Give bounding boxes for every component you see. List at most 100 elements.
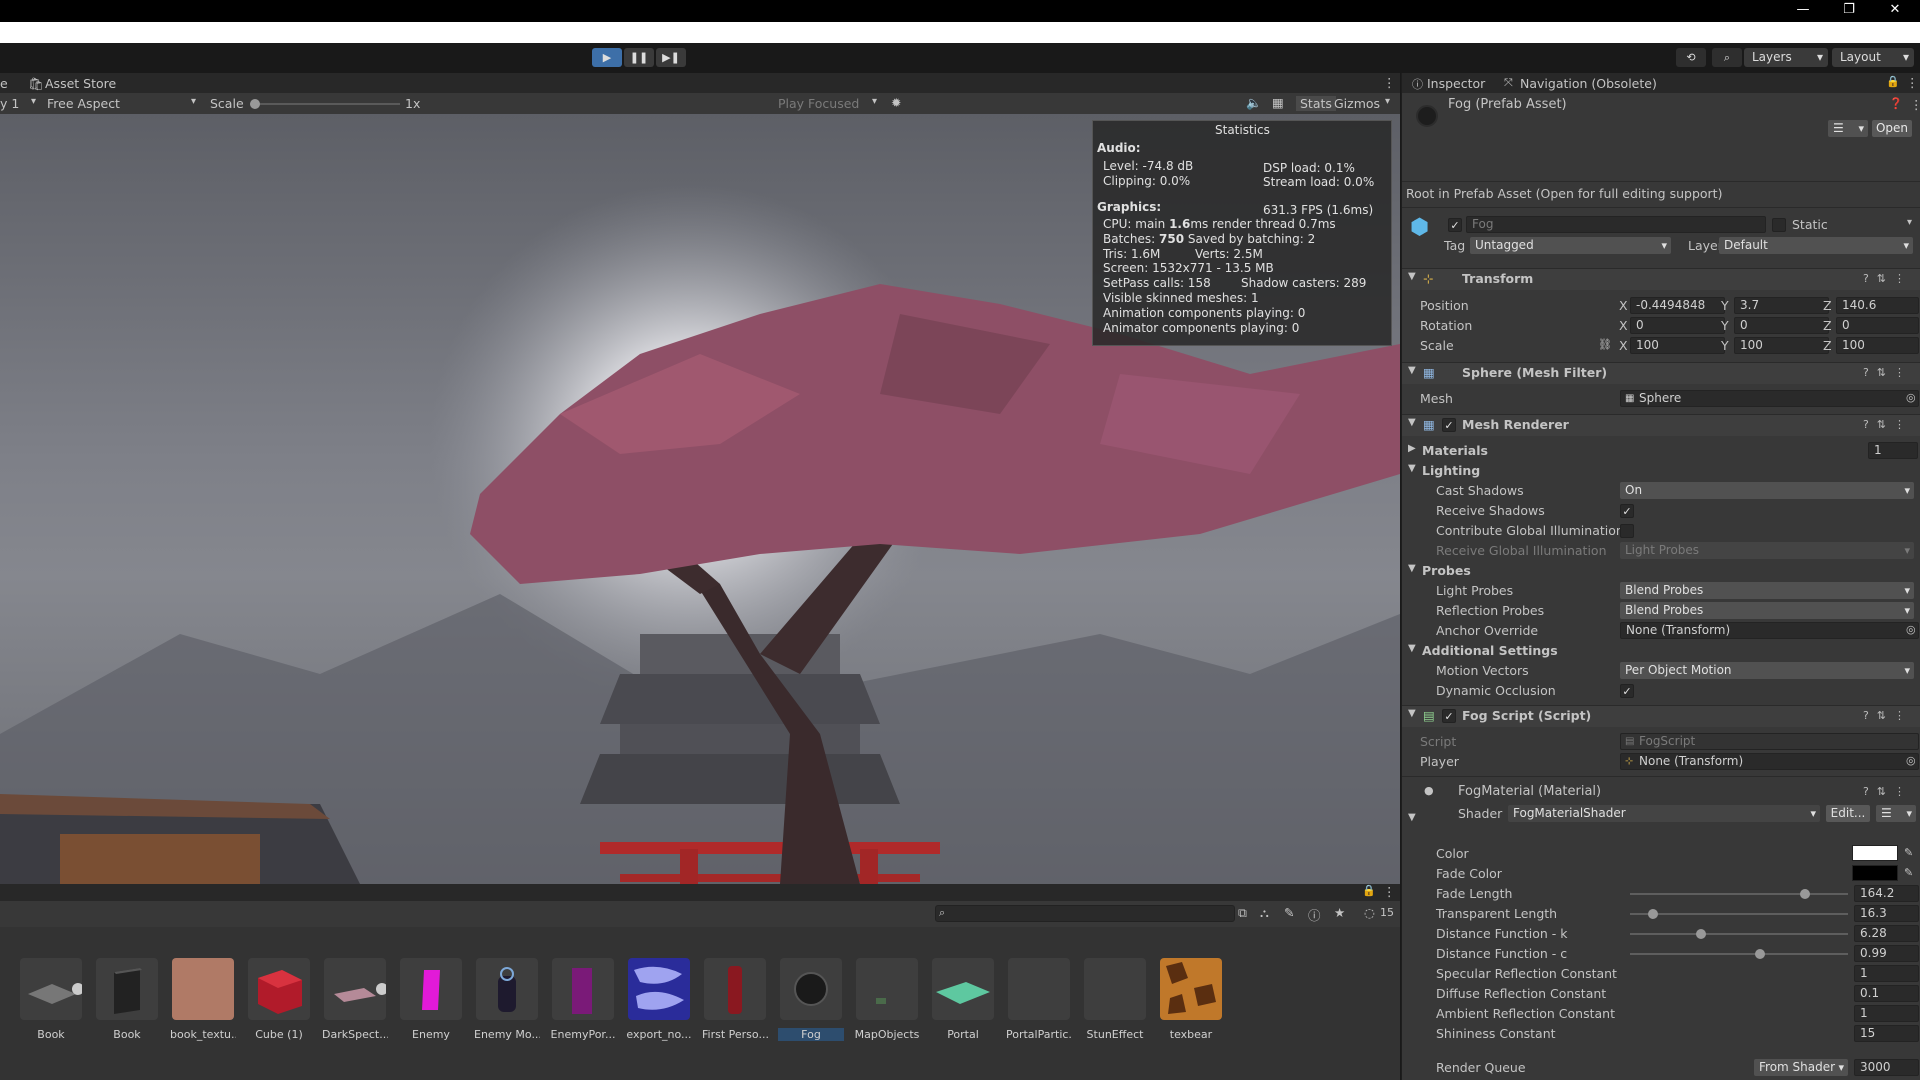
fade-length-slider[interactable]	[1630, 889, 1848, 899]
materials-count-field[interactable]: 1	[1868, 442, 1918, 459]
help-icon[interactable]: ❓	[1889, 97, 1903, 110]
asset-item[interactable]: Enemy	[398, 958, 464, 1041]
scale-slider[interactable]	[250, 99, 400, 109]
foldout-arrow-icon[interactable]: ▼	[1408, 708, 1416, 719]
audio-icon[interactable]: 🔈	[1246, 95, 1262, 111]
filter-type-icon[interactable]: ⧉	[1238, 905, 1247, 921]
more-menu-icon[interactable]: ⋮	[1383, 75, 1396, 90]
rotation-x-field[interactable]: 0	[1630, 317, 1725, 334]
asset-item[interactable]: Book	[94, 958, 160, 1041]
more-menu-icon[interactable]: ⋮	[1383, 884, 1396, 899]
mesh-field[interactable]: ▦ Sphere	[1620, 390, 1919, 407]
transform-header[interactable]: ▼ ⊹ Transform ?⇅⋮	[1402, 268, 1920, 290]
component-tools-icon[interactable]: ?⇅⋮	[1863, 785, 1913, 798]
specular-field[interactable]: 1	[1854, 965, 1919, 982]
render-queue-mode-dropdown[interactable]: From Shader	[1754, 1059, 1848, 1076]
asset-item[interactable]: MapObjects	[854, 958, 920, 1041]
shader-options-dropdown[interactable]: ☰	[1876, 805, 1916, 822]
open-prefab-button[interactable]: Open	[1872, 120, 1912, 137]
probes-section[interactable]: ▼ Probes	[1402, 561, 1920, 581]
edit-shader-button[interactable]: Edit...	[1826, 805, 1870, 822]
component-tools-icon[interactable]: ?⇅⋮	[1863, 709, 1913, 722]
asset-item[interactable]: texbear	[1158, 958, 1224, 1041]
position-y-field[interactable]: 3.7	[1734, 297, 1829, 314]
player-field[interactable]: ⊹ None (Transform)	[1620, 753, 1919, 770]
distance-c-field[interactable]: 0.99	[1854, 945, 1919, 962]
cast-shadows-dropdown[interactable]: On	[1620, 482, 1914, 499]
favorite-star-icon[interactable]: ★	[1334, 905, 1345, 920]
asset-item[interactable]: Fog	[778, 958, 844, 1041]
history-icon[interactable]: ⟲	[1676, 48, 1706, 67]
fog-script-enabled-checkbox[interactable]: ✓	[1442, 709, 1456, 723]
mesh-filter-header[interactable]: ▼ ▦ Sphere (Mesh Filter) ?⇅⋮	[1402, 362, 1920, 384]
active-checkbox[interactable]: ✓	[1448, 218, 1462, 232]
ambient-field[interactable]: 1	[1854, 1005, 1919, 1022]
foldout-arrow-icon[interactable]: ▼	[1408, 463, 1416, 474]
materials-row[interactable]: ▶ Materials 1	[1402, 441, 1920, 461]
filter-label-icon[interactable]: ⛬	[1260, 905, 1269, 921]
chevron-down-icon[interactable]: ▾	[1907, 217, 1912, 228]
receive-shadows-checkbox[interactable]: ✓	[1620, 504, 1634, 518]
lock-icon[interactable]: 🔒	[1362, 884, 1376, 897]
position-x-field[interactable]: -0.4494848	[1630, 297, 1725, 314]
render-queue-field[interactable]: 3000	[1854, 1059, 1919, 1076]
rotation-z-field[interactable]: 0	[1836, 317, 1919, 334]
layout-dropdown[interactable]: Layout ▾	[1832, 48, 1914, 67]
scale-z-field[interactable]: 100	[1836, 337, 1919, 354]
object-picker-icon[interactable]: ◎	[1906, 391, 1916, 404]
dynamic-occlusion-checbox[interactable]: ✓	[1620, 684, 1634, 698]
tab-previous[interactable]: e	[0, 76, 8, 91]
aspect-dropdown[interactable]: Free Aspect	[47, 96, 120, 111]
tab-inspector[interactable]: Inspector	[1427, 76, 1485, 91]
color-swatch[interactable]	[1852, 845, 1898, 861]
foldout-arrow-icon[interactable]: ▼	[1408, 271, 1416, 282]
foldout-arrow-icon[interactable]: ▼	[1408, 812, 1416, 823]
restore-button[interactable]: ❐	[1826, 0, 1872, 22]
motion-vectors-dropdown[interactable]: Per Object Motion	[1620, 662, 1914, 679]
more-menu-icon[interactable]: ⋮	[1910, 97, 1920, 112]
object-picker-icon[interactable]: ◎	[1906, 754, 1916, 767]
foldout-arrow-icon[interactable]: ▶	[1408, 443, 1416, 454]
foldout-arrow-icon[interactable]: ▼	[1408, 563, 1416, 574]
stats-toggle[interactable]: Stats	[1296, 96, 1336, 111]
scale-slider-knob[interactable]	[250, 99, 260, 109]
lighting-section[interactable]: ▼ Lighting	[1402, 461, 1920, 481]
play-button[interactable]: ▶	[592, 48, 622, 67]
slider-knob[interactable]	[1800, 889, 1810, 899]
search-icon[interactable]: ⌕	[1712, 48, 1742, 67]
pause-button[interactable]: ❚❚	[624, 48, 654, 67]
constrain-proportions-link-icon[interactable]: ⛓	[1598, 338, 1612, 351]
hidden-layers-icon[interactable]: ◌	[1364, 905, 1375, 920]
gizmos-dropdown[interactable]: Gizmos	[1334, 96, 1380, 111]
close-button[interactable]: ✕	[1872, 0, 1918, 22]
scale-x-field[interactable]: 100	[1630, 337, 1725, 354]
asset-item[interactable]: Enemy Mo...	[474, 958, 540, 1041]
slider-knob[interactable]	[1755, 949, 1765, 959]
eyedropper-icon[interactable]: ✎	[1904, 846, 1913, 859]
contribute-gi-checkbox[interactable]	[1620, 524, 1634, 538]
asset-item[interactable]: StunEffect	[1082, 958, 1148, 1041]
debug-bug-icon[interactable]: ✹	[891, 95, 901, 110]
grid-icon[interactable]: ▦	[1272, 95, 1284, 110]
layers-dropdown[interactable]: Layers ▾	[1744, 48, 1828, 67]
step-button[interactable]: ▶❚	[656, 48, 686, 67]
display-dropdown[interactable]: y 1	[0, 96, 19, 111]
transparent-length-slider[interactable]	[1630, 909, 1848, 919]
tab-navigation[interactable]: Navigation (Obsolete)	[1520, 76, 1657, 91]
foldout-arrow-icon[interactable]: ▼	[1408, 643, 1416, 654]
minimize-button[interactable]: —	[1780, 0, 1826, 22]
transparent-length-field[interactable]: 16.3	[1854, 905, 1919, 922]
additional-settings-section[interactable]: ▼ Additional Settings	[1402, 641, 1920, 661]
distance-k-slider[interactable]	[1630, 929, 1848, 939]
static-checkbox[interactable]	[1772, 218, 1786, 232]
rotation-y-field[interactable]: 0	[1734, 317, 1829, 334]
asset-item[interactable]: Book	[18, 958, 84, 1041]
asset-item[interactable]: DarkSpect...	[322, 958, 388, 1041]
prefab-overrides-dropdown[interactable]: ☰	[1828, 120, 1868, 137]
component-tools-icon[interactable]: ?⇅⋮	[1863, 418, 1913, 431]
asset-item[interactable]: EnemyPor...	[550, 958, 616, 1041]
play-focused-dropdown[interactable]: Play Focused	[778, 96, 859, 111]
name-field[interactable]: Fog	[1466, 216, 1766, 233]
position-z-field[interactable]: 140.6	[1836, 297, 1919, 314]
distance-k-field[interactable]: 6.28	[1854, 925, 1919, 942]
